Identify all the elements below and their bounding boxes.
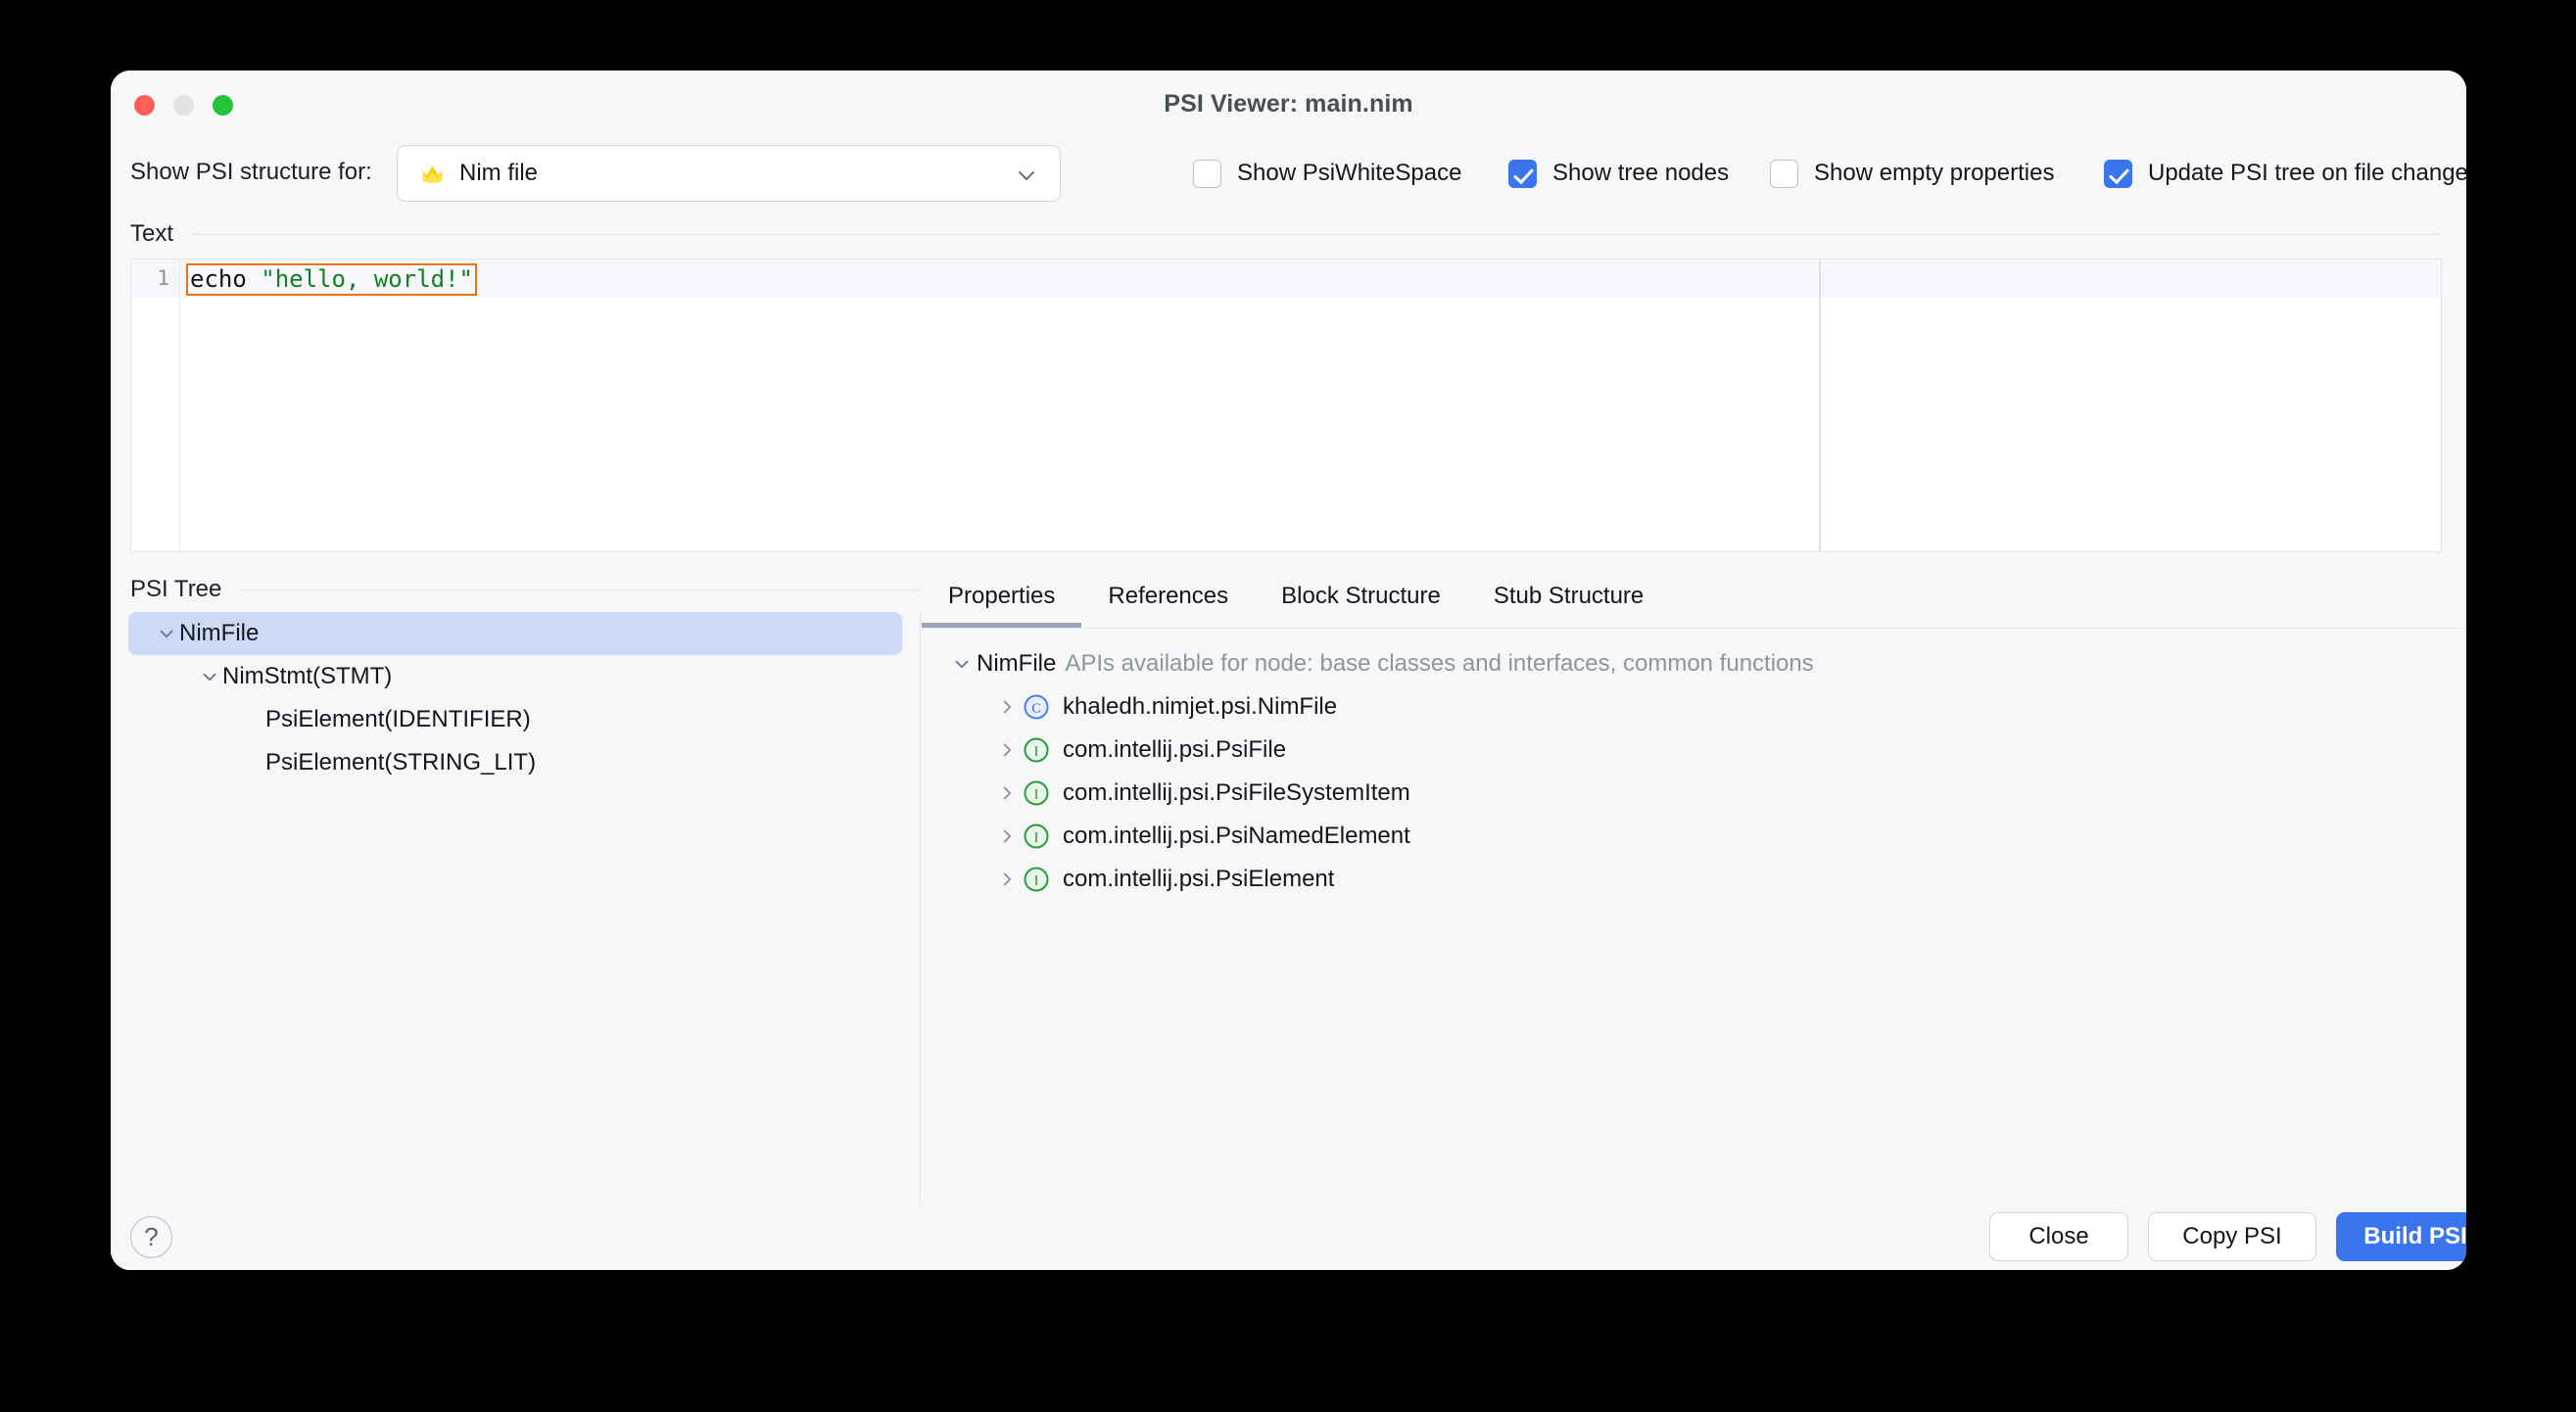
text-section-label: Text: [130, 220, 174, 247]
tree-node-label: NimStmt(STMT): [222, 663, 393, 689]
checkbox-label: Show tree nodes: [1552, 160, 1730, 186]
chevron-right-icon[interactable]: [992, 782, 1022, 804]
toolbar: Show PSI structure for: Nim file Show Ps…: [111, 137, 2466, 212]
tree-node-nimstmt[interactable]: NimStmt(STMT): [128, 655, 902, 698]
property-row-psinamedelement[interactable]: I com.intellij.psi.PsiNamedElement: [922, 815, 2466, 858]
svg-text:I: I: [1034, 787, 1039, 802]
class-icon: C: [1024, 694, 1049, 720]
property-row-nimfile[interactable]: C khaledh.nimjet.psi.NimFile: [922, 685, 2466, 729]
interface-icon: I: [1024, 780, 1049, 806]
chevron-right-icon[interactable]: [992, 696, 1022, 718]
chevron-right-icon[interactable]: [992, 825, 1022, 847]
text-editor[interactable]: 1 echo "hello, world!": [130, 259, 2442, 552]
text-section-header: Text: [130, 219, 2442, 249]
svg-text:C: C: [1031, 701, 1040, 716]
property-label: com.intellij.psi.PsiFile: [1063, 736, 1287, 763]
code-token-keyword: echo: [190, 265, 262, 293]
property-label: khaledh.nimjet.psi.NimFile: [1063, 693, 1338, 720]
property-label: com.intellij.psi.PsiNamedElement: [1063, 823, 1410, 849]
svg-text:I: I: [1034, 830, 1039, 845]
footer: ? Close Copy PSI Build PSI Tree: [111, 1204, 2466, 1270]
svg-text:I: I: [1034, 744, 1039, 759]
show-psi-structure-label: Show PSI structure for:: [130, 159, 372, 185]
chevron-down-icon: [1019, 171, 1034, 180]
section-divider: [191, 233, 2442, 235]
current-line-highlight: [131, 259, 2441, 298]
line-number: 1: [157, 266, 169, 290]
properties-root-name: NimFile: [977, 650, 1057, 677]
editor-gutter: 1: [131, 259, 180, 551]
svg-text:I: I: [1034, 873, 1039, 888]
tree-node-identifier[interactable]: PsiElement(IDENTIFIER): [128, 698, 902, 741]
help-icon[interactable]: ?: [130, 1216, 172, 1258]
chevron-right-icon[interactable]: [992, 739, 1022, 761]
tree-node-label: PsiElement(IDENTIFIER): [265, 706, 531, 732]
checkbox-update-psi-tree-on-file-changes[interactable]: Update PSI tree on file changes: [2104, 145, 2466, 202]
checkbox-show-empty-properties[interactable]: Show empty properties: [1770, 145, 2054, 202]
code-line[interactable]: echo "hello, world!": [186, 263, 477, 296]
checkbox-box[interactable]: [1508, 159, 1537, 188]
checkbox-box[interactable]: [2104, 159, 2132, 188]
detail-panel: Properties References Block Structure St…: [922, 572, 2466, 1204]
psi-viewer-window: PSI Viewer: main.nim Show PSI structure …: [111, 71, 2466, 1270]
property-row-psielement[interactable]: I com.intellij.psi.PsiElement: [922, 858, 2466, 901]
detail-tabs: Properties References Block Structure St…: [922, 572, 2466, 629]
psi-tree-label: PSI Tree: [130, 576, 222, 602]
code-token-string: "hello, world!": [261, 265, 473, 293]
chevron-right-icon[interactable]: [992, 869, 1022, 890]
window-titlebar: PSI Viewer: main.nim: [111, 71, 2466, 137]
chevron-down-icon[interactable]: [947, 653, 977, 675]
property-row-psifilesystemitem[interactable]: I com.intellij.psi.PsiFileSystemItem: [922, 772, 2466, 815]
checkbox-box[interactable]: [1193, 159, 1221, 188]
tree-node-nimfile[interactable]: NimFile: [128, 612, 902, 655]
checkbox-label: Update PSI tree on file changes: [2148, 160, 2466, 186]
copy-psi-button[interactable]: Copy PSI: [2148, 1212, 2316, 1261]
property-row-psifile[interactable]: I com.intellij.psi.PsiFile: [922, 729, 2466, 772]
tree-node-label: PsiElement(STRING_LIT): [265, 749, 537, 776]
checkbox-box[interactable]: [1770, 159, 1798, 188]
properties-root-hint: APIs available for node: base classes an…: [1065, 650, 1814, 677]
psi-tree-header: PSI Tree: [130, 575, 955, 604]
window-title: PSI Viewer: main.nim: [1164, 90, 1413, 118]
tab-stub-structure[interactable]: Stub Structure: [1467, 572, 1670, 628]
nim-file-icon: [422, 165, 443, 183]
interface-icon: I: [1024, 867, 1049, 892]
tree-node-string-lit[interactable]: PsiElement(STRING_LIT): [128, 741, 902, 784]
file-type-value: Nim file: [459, 160, 539, 186]
tab-properties[interactable]: Properties: [922, 572, 1082, 628]
editor-right-divider: [1819, 259, 1821, 551]
psi-tree-panel[interactable]: NimFile NimStmt(STMT) PsiElement(IDENTIF…: [111, 612, 921, 1204]
properties-root-row[interactable]: NimFile APIs available for node: base cl…: [922, 642, 2466, 685]
chevron-down-icon[interactable]: [154, 623, 179, 644]
section-divider: [239, 588, 955, 590]
tab-block-structure[interactable]: Block Structure: [1255, 572, 1467, 628]
tab-references[interactable]: References: [1081, 572, 1255, 628]
interface-icon: I: [1024, 737, 1049, 763]
chevron-down-icon[interactable]: [197, 666, 222, 687]
property-label: com.intellij.psi.PsiFileSystemItem: [1063, 779, 1410, 806]
close-button[interactable]: Close: [1989, 1212, 2128, 1261]
tree-node-label: NimFile: [179, 620, 260, 646]
checkbox-label: Show PsiWhiteSpace: [1237, 160, 1462, 186]
properties-list: NimFile APIs available for node: base cl…: [922, 629, 2466, 901]
property-label: com.intellij.psi.PsiElement: [1063, 866, 1335, 892]
interface-icon: I: [1024, 824, 1049, 849]
checkbox-label: Show empty properties: [1814, 160, 2055, 186]
file-type-select[interactable]: Nim file: [397, 145, 1061, 202]
checkbox-show-psiwhitespace[interactable]: Show PsiWhiteSpace: [1193, 145, 1461, 202]
build-psi-tree-button[interactable]: Build PSI Tree: [2336, 1212, 2466, 1261]
checkbox-show-tree-nodes[interactable]: Show tree nodes: [1508, 145, 1729, 202]
